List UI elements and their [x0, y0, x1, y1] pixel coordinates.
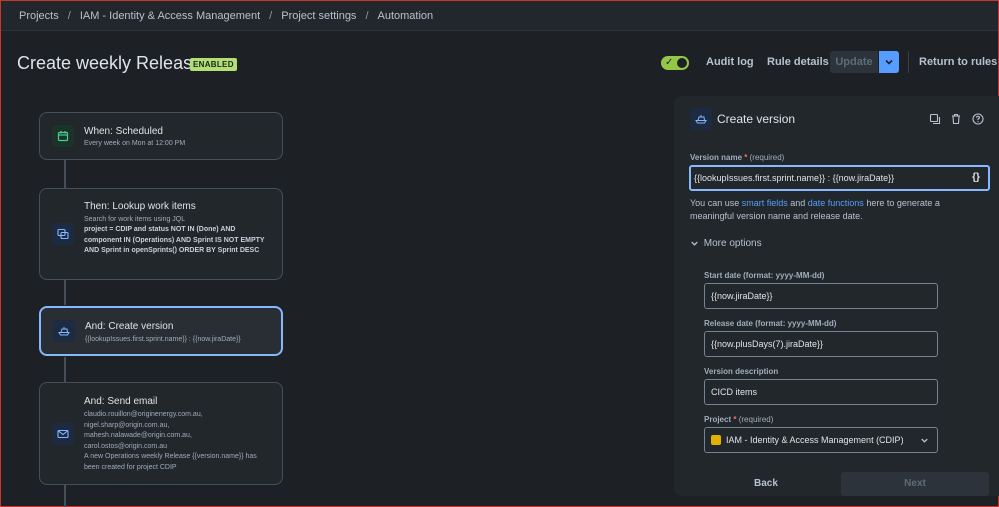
- next-button[interactable]: Next: [841, 472, 989, 496]
- email-body: A new Operations weekly Release {{versio…: [84, 453, 257, 471]
- project-label-text: Project: [704, 415, 732, 424]
- more-options-section: Start date (format: yyyy-MM-dd) {{now.ji…: [704, 264, 989, 496]
- breadcrumb-automation[interactable]: Automation: [378, 10, 434, 22]
- version-name-label: Version name * (required): [690, 153, 784, 162]
- flow-connector: [64, 280, 66, 306]
- email-recipient: mahesh.nalawade@origin.com.au,: [84, 432, 192, 439]
- duplicate-icon[interactable]: [928, 112, 942, 126]
- start-date-label: Start date (format: yyyy-MM-dd): [704, 271, 825, 280]
- rule-details-button[interactable]: Rule details: [767, 56, 829, 68]
- release-date-label: Release date (format: yyyy-MM-dd): [704, 319, 837, 328]
- help-text: You can use: [690, 198, 742, 208]
- chevron-down-icon: [885, 59, 893, 65]
- trash-icon[interactable]: [949, 112, 963, 126]
- version-name-input[interactable]: {{lookupIssues.first.sprint.name}} : {{n…: [689, 165, 990, 191]
- lookup-card[interactable]: Then: Lookup work items Search for work …: [39, 188, 283, 280]
- version-name-value: {{lookupIssues.first.sprint.name}} : {{n…: [694, 173, 895, 183]
- email-recipient: claudio.rouillon@originenergy.com.au,: [84, 411, 203, 418]
- trigger-card[interactable]: When: Scheduled Every week on Mon at 12:…: [39, 112, 283, 160]
- email-recipient: carol.ostos@origin.com.au: [84, 442, 167, 450]
- version-description-label: Version description: [704, 367, 779, 376]
- create-version-card[interactable]: And: Create version {{lookupIssues.first…: [39, 306, 283, 356]
- help-icon[interactable]: [971, 112, 985, 126]
- panel-title: Create version: [717, 112, 796, 126]
- rule-header: Create weekly Release ENABLED ✓ Audit lo…: [1, 45, 998, 85]
- more-options-label: More options: [703, 238, 762, 249]
- start-date-input[interactable]: {{now.jiraDate}}: [704, 283, 938, 309]
- create-version-subtitle: {{lookupIssues.first.sprint.name}} : {{n…: [85, 336, 241, 343]
- breadcrumb-project-settings[interactable]: Project settings: [281, 10, 356, 22]
- breadcrumb-project[interactable]: IAM - Identity & Access Management: [80, 10, 260, 22]
- smart-fields-link[interactable]: smart fields: [742, 198, 788, 208]
- project-select-value: IAM - Identity & Access Management (CDIP…: [726, 435, 904, 445]
- email-recipient: nigel.sharp@origin.com.au,: [84, 421, 170, 429]
- version-boat-icon: [53, 320, 75, 342]
- chevron-down-icon: [921, 438, 928, 443]
- required-marker: *: [733, 415, 737, 424]
- audit-log-button[interactable]: Audit log: [706, 56, 754, 68]
- page-title: Create weekly Release: [17, 53, 203, 73]
- version-name-label-text: Version name: [690, 153, 743, 162]
- required-text: (required): [749, 153, 785, 162]
- chevron-down-icon: [691, 241, 698, 246]
- create-version-panel: Create version Version name * (required)…: [674, 96, 999, 496]
- date-functions-link[interactable]: date functions: [808, 198, 864, 208]
- version-description-input[interactable]: CICD items: [704, 379, 938, 405]
- release-date-input[interactable]: {{now.plusDays(7).jiraDate}}: [704, 331, 938, 357]
- smart-value-button[interactable]: {}: [967, 170, 985, 186]
- update-dropdown-button[interactable]: [879, 51, 899, 73]
- create-version-title: And: Create version: [85, 321, 174, 332]
- project-label: Project * (required): [704, 415, 773, 424]
- more-options-toggle[interactable]: More options: [690, 238, 762, 249]
- breadcrumb-separator: /: [269, 9, 273, 22]
- send-email-title: And: Send email: [84, 396, 158, 407]
- calendar-icon: [52, 125, 74, 147]
- breadcrumb: Projects / IAM - Identity & Access Manag…: [1, 1, 998, 31]
- flow-connector: [64, 356, 66, 382]
- trigger-title: When: Scheduled: [84, 126, 163, 137]
- help-text: and: [787, 198, 808, 208]
- lookup-title: Then: Lookup work items: [84, 201, 196, 212]
- back-button[interactable]: Back: [754, 478, 778, 489]
- send-email-card[interactable]: And: Send email claudio.rouillon@origine…: [39, 382, 283, 485]
- mail-icon: [52, 423, 74, 445]
- breadcrumb-projects[interactable]: Projects: [19, 10, 59, 22]
- status-badge: ENABLED: [190, 58, 237, 71]
- lookup-icon: [52, 223, 74, 245]
- header-divider: [908, 51, 909, 73]
- breadcrumb-separator: /: [365, 9, 369, 22]
- update-button[interactable]: Update: [830, 51, 878, 73]
- version-boat-icon: [690, 108, 712, 130]
- rule-enabled-toggle[interactable]: ✓: [661, 56, 689, 70]
- check-icon: ✓: [665, 57, 674, 68]
- required-text: (required): [738, 415, 774, 424]
- required-marker: *: [744, 153, 748, 162]
- project-select[interactable]: IAM - Identity & Access Management (CDIP…: [704, 427, 938, 453]
- return-to-rules-button[interactable]: Return to rules: [919, 56, 997, 68]
- lookup-subtitle: Search for work items using JQL: [84, 216, 186, 223]
- breadcrumb-separator: /: [67, 9, 71, 22]
- lookup-jql: project = CDIP and status NOT IN (Done) …: [84, 226, 265, 254]
- toggle-knob: [677, 58, 687, 68]
- flow-connector: [64, 160, 66, 188]
- flow-connector: [64, 485, 66, 507]
- trigger-subtitle: Every week on Mon at 12:00 PM: [84, 140, 186, 147]
- project-avatar-icon: [711, 434, 721, 445]
- version-name-help: You can use smart fields and date functi…: [690, 197, 980, 223]
